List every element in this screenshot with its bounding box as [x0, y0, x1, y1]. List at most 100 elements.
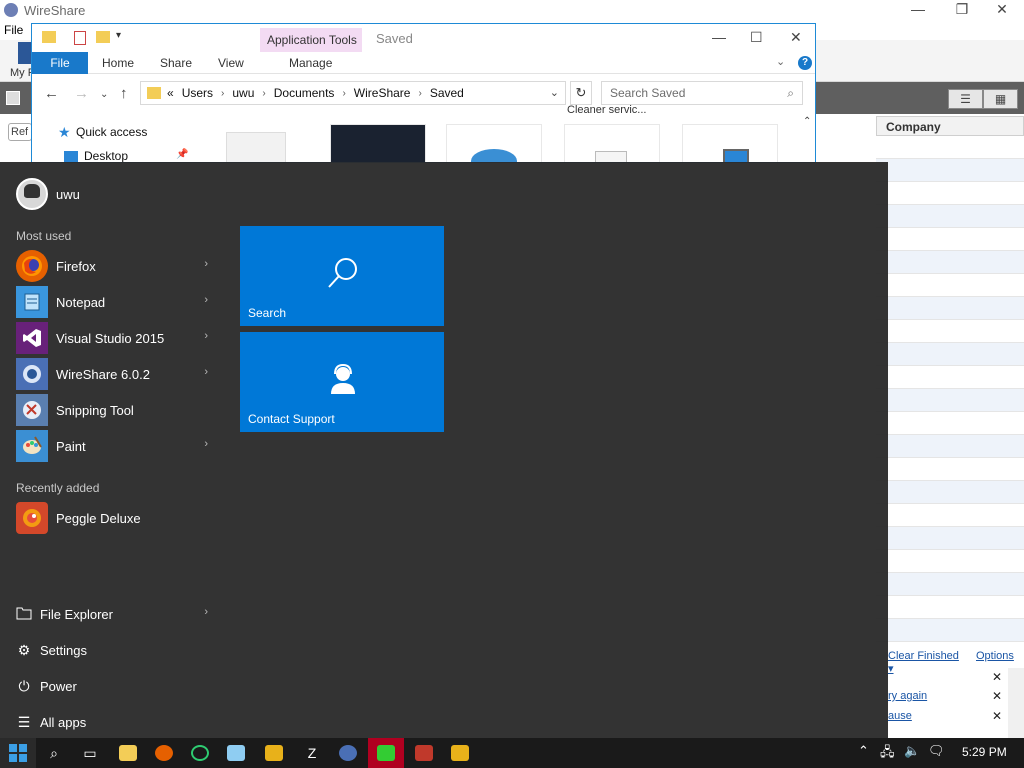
- tile-contact-support[interactable]: Contact Support: [240, 332, 444, 432]
- search-icon[interactable]: ⌕: [787, 86, 794, 101]
- table-row[interactable]: [876, 504, 1024, 527]
- tab-manage[interactable]: Manage: [289, 56, 332, 70]
- start-item-peggle[interactable]: Peggle Deluxe: [16, 502, 216, 534]
- start-item-power[interactable]: ⏻ Power: [16, 672, 216, 700]
- breadcrumb-users[interactable]: Users: [182, 86, 213, 100]
- volume-muted-icon[interactable]: 🔈: [904, 743, 920, 759]
- breadcrumb-documents[interactable]: Documents: [274, 86, 335, 100]
- chevron-down-icon[interactable]: ⌄: [550, 86, 559, 99]
- chevron-right-icon[interactable]: ›: [204, 294, 208, 306]
- table-row[interactable]: [876, 159, 1024, 182]
- action-center-icon[interactable]: 🗨: [928, 743, 945, 759]
- table-row[interactable]: [876, 596, 1024, 619]
- dismiss-icon[interactable]: ✕: [992, 670, 1002, 684]
- breadcrumb-uwu[interactable]: uwu: [232, 86, 254, 100]
- minimize-button[interactable]: —: [906, 1, 930, 17]
- table-row[interactable]: [876, 205, 1024, 228]
- table-row[interactable]: [876, 458, 1024, 481]
- file-explorer-icon[interactable]: [110, 738, 146, 768]
- table-row[interactable]: [876, 274, 1024, 297]
- recent-locations-icon[interactable]: ⌄: [100, 89, 108, 100]
- start-item-all-apps[interactable]: ☰ All apps: [16, 708, 216, 736]
- start-item-wireshare[interactable]: WireShare 6.0.2 ›: [16, 358, 216, 390]
- file-thumbnail[interactable]: [564, 124, 660, 162]
- table-row[interactable]: [876, 182, 1024, 205]
- chevron-right-icon[interactable]: ›: [204, 330, 208, 342]
- app-icon[interactable]: [368, 738, 404, 768]
- tile-search[interactable]: Search: [240, 226, 444, 326]
- close-button[interactable]: ✕: [790, 29, 802, 46]
- back-icon[interactable]: ←: [44, 85, 59, 102]
- column-header-company[interactable]: Company: [876, 116, 1024, 136]
- file-thumbnail[interactable]: [330, 124, 426, 162]
- breadcrumb-saved[interactable]: Saved: [430, 86, 464, 100]
- start-item-notepad[interactable]: Notepad ›: [16, 286, 216, 318]
- chevron-right-icon[interactable]: ›: [204, 438, 208, 450]
- up-icon[interactable]: ↑: [120, 85, 128, 102]
- z-icon[interactable]: Z: [294, 738, 330, 768]
- start-button[interactable]: [0, 738, 36, 768]
- notepad-icon[interactable]: [218, 738, 254, 768]
- tab-share[interactable]: Share: [160, 56, 192, 70]
- refresh-button[interactable]: Ref: [8, 123, 32, 141]
- table-row[interactable]: [876, 550, 1024, 573]
- chevron-right-icon[interactable]: ›: [204, 258, 208, 270]
- start-item-snipping-tool[interactable]: Snipping Tool: [16, 394, 216, 426]
- forward-icon[interactable]: →: [74, 85, 89, 102]
- breadcrumb-overflow[interactable]: «: [167, 86, 174, 100]
- search-input[interactable]: Search Saved ⌕: [601, 81, 803, 105]
- table-row[interactable]: [876, 481, 1024, 504]
- chevron-right-icon[interactable]: ›: [204, 606, 208, 618]
- file-thumbnail[interactable]: [446, 124, 542, 162]
- table-row[interactable]: [876, 435, 1024, 458]
- expand-ribbon-icon[interactable]: ⌄: [776, 55, 785, 68]
- table-row[interactable]: [876, 297, 1024, 320]
- nav-quick-access[interactable]: Quick access: [76, 125, 147, 139]
- table-row[interactable]: [876, 136, 1024, 159]
- file-thumbnail[interactable]: [682, 124, 778, 162]
- network-icon[interactable]: 🖧: [880, 743, 895, 765]
- search-icon[interactable]: ⌕: [36, 738, 72, 768]
- vs-icon[interactable]: [406, 738, 442, 768]
- tab-home[interactable]: Home: [102, 56, 134, 70]
- list-view-button[interactable]: ☰: [948, 89, 983, 109]
- user-account[interactable]: uwu: [16, 178, 80, 210]
- quick-access-dropdown-icon[interactable]: ▾: [116, 30, 121, 41]
- file-thumbnail[interactable]: [226, 124, 322, 162]
- refresh-icon[interactable]: ↻: [570, 81, 592, 105]
- pause-link[interactable]: ause: [888, 710, 912, 722]
- address-bar[interactable]: « Users › uwu › Documents › WireShare › …: [140, 81, 566, 105]
- clock[interactable]: 5:29 PM: [962, 745, 1007, 759]
- task-view-icon[interactable]: ▭: [72, 738, 108, 768]
- opera-icon[interactable]: [182, 738, 218, 768]
- new-folder-icon[interactable]: [96, 31, 110, 43]
- minimize-button[interactable]: —: [712, 29, 726, 45]
- chevron-up-icon[interactable]: ⌃: [858, 743, 869, 759]
- table-row[interactable]: [876, 573, 1024, 596]
- chevron-right-icon[interactable]: ›: [221, 88, 224, 99]
- table-row[interactable]: [876, 343, 1024, 366]
- chevron-right-icon[interactable]: ›: [204, 366, 208, 378]
- start-item-paint[interactable]: Paint ›: [16, 430, 216, 462]
- dismiss-icon[interactable]: ✕: [992, 689, 1002, 703]
- clear-finished-link[interactable]: Clear Finished: [888, 650, 959, 662]
- close-button[interactable]: ✕: [990, 1, 1014, 18]
- chevron-right-icon[interactable]: ›: [418, 88, 421, 99]
- table-row[interactable]: [876, 228, 1024, 251]
- table-row[interactable]: [876, 366, 1024, 389]
- chevron-right-icon[interactable]: ›: [262, 88, 265, 99]
- paint-icon[interactable]: [442, 738, 478, 768]
- try-again-link[interactable]: ry again: [888, 690, 927, 702]
- restore-button[interactable]: ❐: [950, 1, 974, 18]
- table-row[interactable]: [876, 320, 1024, 343]
- maximize-button[interactable]: ☐: [750, 29, 763, 46]
- table-row[interactable]: [876, 619, 1024, 642]
- table-row[interactable]: [876, 412, 1024, 435]
- tab-file[interactable]: File: [32, 52, 88, 74]
- library-icon[interactable]: [18, 42, 32, 64]
- properties-icon[interactable]: [74, 31, 86, 45]
- start-item-file-explorer[interactable]: File Explorer ›: [16, 600, 216, 628]
- scroll-up-icon[interactable]: ⌃: [803, 116, 811, 127]
- firefox-icon[interactable]: [146, 738, 182, 768]
- start-item-firefox[interactable]: Firefox ›: [16, 250, 216, 282]
